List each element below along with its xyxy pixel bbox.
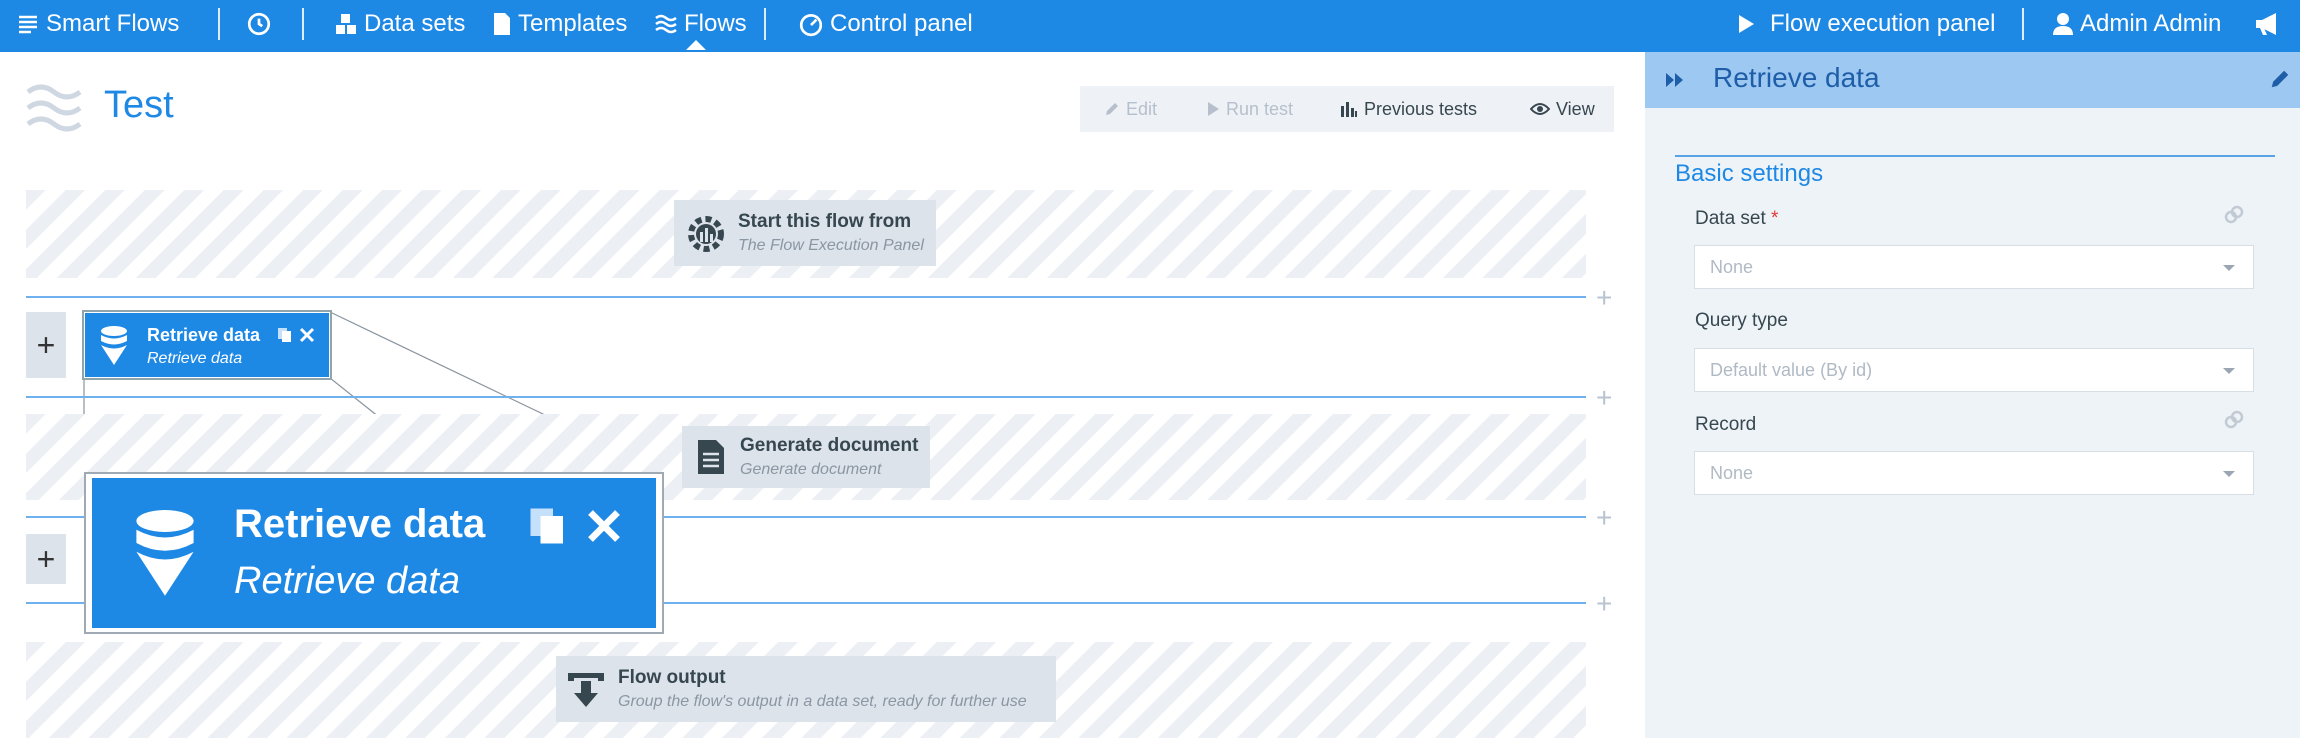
record-value: None [1710, 462, 1754, 483]
flow-separator [26, 396, 1586, 398]
query-type-select[interactable]: Default value (By id) [1694, 348, 2254, 392]
document-icon [698, 440, 724, 474]
add-step-button[interactable]: + [26, 534, 66, 584]
query-type-label: Query type [1695, 310, 1788, 331]
zoomed-retrieve-data-step: Retrieve data Retrieve data [92, 478, 656, 628]
database-funnel-icon [136, 510, 194, 596]
nav-separator [2022, 8, 2024, 40]
copy-icon[interactable] [277, 327, 293, 343]
step-subtitle: Retrieve data [147, 350, 243, 367]
chevron-down-icon [2223, 471, 2235, 477]
download-box-icon [568, 673, 604, 707]
close-icon [588, 510, 620, 542]
user-name: Admin Admin [2080, 10, 2222, 37]
link-icon[interactable] [2223, 204, 2245, 226]
add-step-plus[interactable]: + [1596, 590, 1612, 618]
section-divider [1675, 155, 2275, 157]
generate-document-card[interactable]: Generate document Generate document [682, 426, 930, 488]
dataset-select[interactable]: None [1694, 245, 2254, 289]
megaphone-icon [2256, 13, 2276, 35]
edit-pencil-icon[interactable] [2269, 68, 2291, 90]
dataset-label: Data set * [1695, 208, 1778, 230]
query-type-value: Default value (By id) [1710, 359, 1873, 380]
add-step-plus[interactable]: + [1596, 384, 1612, 412]
dataset-value: None [1710, 256, 1754, 277]
retrieve-data-step[interactable]: Retrieve data Retrieve data [82, 310, 332, 380]
chevron-down-icon [2223, 368, 2235, 374]
copy-icon [530, 508, 563, 544]
output-card-subtitle: Group the flow's output in a data set, r… [618, 693, 1027, 710]
add-step-plus[interactable]: + [1596, 504, 1612, 532]
flow-execution-panel-label: Flow execution panel [1770, 10, 1996, 37]
panel-title: Retrieve data [1713, 62, 1880, 93]
user-icon [2053, 13, 2073, 35]
dataset-label-text: Data set [1695, 208, 1766, 229]
chevron-down-icon [2223, 265, 2235, 271]
step-title: Retrieve data [147, 325, 261, 345]
zoom-step-title: Retrieve data [234, 502, 486, 546]
output-card-title: Flow output [618, 667, 726, 688]
generate-card-title: Generate document [740, 435, 919, 456]
user-menu[interactable]: Admin Admin [2052, 0, 2221, 48]
announcements-button[interactable] [2254, 0, 2288, 48]
panel-header: Retrieve data [1645, 52, 2300, 108]
required-marker: * [1771, 208, 1779, 229]
flow-execution-panel-link[interactable]: Flow execution panel [1736, 0, 1995, 48]
collapse-panel-icon[interactable] [1665, 72, 1685, 88]
record-select[interactable]: None [1694, 451, 2254, 495]
record-label: Record [1695, 414, 1757, 435]
section-title: Basic settings [1675, 160, 1824, 187]
flow-output-card[interactable]: Flow output Group the flow's output in a… [556, 656, 1056, 722]
link-icon[interactable] [2223, 409, 2245, 431]
zoom-step-subtitle: Retrieve data [234, 560, 461, 602]
close-icon[interactable] [299, 327, 315, 343]
database-funnel-icon [101, 326, 127, 365]
zoom-callout: Retrieve data Retrieve data [84, 472, 664, 634]
generate-card-subtitle: Generate document [740, 461, 882, 478]
step-settings-panel: Retrieve data Basic settings Data set * … [1645, 52, 2300, 738]
play-icon [1739, 15, 1754, 33]
